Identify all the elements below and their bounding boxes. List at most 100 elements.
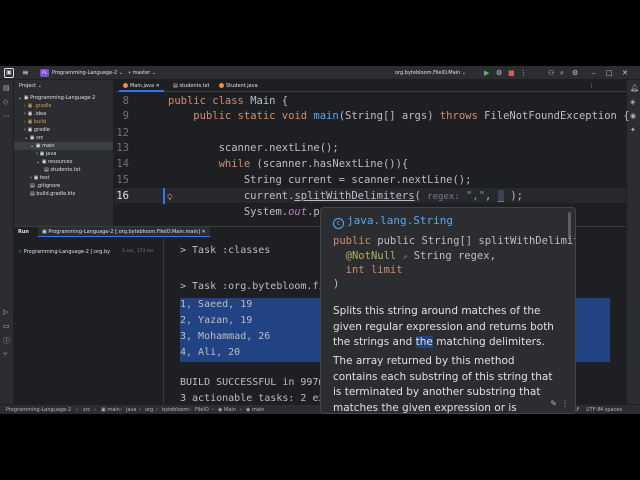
tree-item-build-gradle[interactable]: ▤ build.gradle.kts xyxy=(30,190,75,198)
structure-tool-icon[interactable]: ⋯ xyxy=(3,112,10,120)
project-panel-header[interactable]: Project ⌄ xyxy=(19,83,42,89)
stop-icon[interactable]: ■ xyxy=(508,68,515,78)
main-menu-icon[interactable]: ≡ xyxy=(22,68,29,78)
git-tool-icon[interactable]: ⑂ xyxy=(3,350,7,358)
ide-logo-icon[interactable]: ▣ xyxy=(4,68,14,78)
run-tree-item[interactable]: ✓ Programming-Language-2 [:org.by xyxy=(18,249,110,255)
project-panel: Project ⌄ ⌄ ▣ Programming-Language-2 › ▣… xyxy=(14,80,114,228)
tree-item-src[interactable]: ⌄ ▣ src xyxy=(24,134,43,142)
run-tool-icon[interactable]: ▷ xyxy=(3,308,8,316)
line-number: 14 xyxy=(116,158,129,170)
tab-students-txt[interactable]: ▤ students.txt xyxy=(169,80,214,92)
breadcrumb-root[interactable]: Programming-Language-2 xyxy=(6,406,71,414)
console-line: BUILD SUCCESSFUL in 997ms xyxy=(180,377,331,388)
line-number: 16 xyxy=(116,190,129,202)
tree-item-gradle-dir[interactable]: › ▣ .gradle xyxy=(24,102,51,110)
breadcrumb-sep: › xyxy=(139,407,141,413)
tree-item-build[interactable]: › ▣ build xyxy=(24,118,46,126)
right-tool-strip: 🔔︎ ◈ ◉ ✦ xyxy=(626,80,640,404)
collab-icon[interactable]: ⚇ xyxy=(548,68,554,78)
console-line: 3, Mohammad, 26 xyxy=(180,331,271,342)
line-number: 15 xyxy=(116,174,129,186)
editor-tabs: Main.java ✕ ▤ students.txt Student.java … xyxy=(115,80,626,92)
lightbulb-icon[interactable]: 💡︎ xyxy=(167,193,173,203)
tree-item-gitignore[interactable]: ▤ .gitignore xyxy=(30,182,60,190)
tree-item-idea[interactable]: › ▣ .idea xyxy=(24,110,46,118)
tree-item-root[interactable]: ⌄ ▣ Programming-Language-2 xyxy=(18,94,95,102)
tree-item-java[interactable]: › ▣ java xyxy=(36,150,56,158)
success-icon: ✓ xyxy=(18,249,23,255)
tree-item-resources[interactable]: ⌄ ▣ resources xyxy=(36,158,72,166)
code-line: System.out.prin xyxy=(168,206,339,218)
problems-tool-icon[interactable]: ⓘ xyxy=(3,336,10,346)
branch-selector[interactable]: ⑂ master ⌄ xyxy=(128,69,156,77)
line-number: 8 xyxy=(122,95,129,107)
edit-icon[interactable]: ✎ xyxy=(550,399,557,408)
java-file-icon xyxy=(219,83,224,88)
external-link-icon[interactable]: ↗ xyxy=(403,252,408,261)
search-icon[interactable]: ⌕ xyxy=(560,68,564,78)
more-options-icon[interactable]: ⋮ xyxy=(561,399,569,408)
minimize-icon[interactable]: – xyxy=(592,68,596,78)
tab-student-java[interactable]: Student.java xyxy=(215,80,262,92)
breadcrumb-main-method[interactable]: ◉ main xyxy=(246,406,264,414)
breadcrumb-sep: › xyxy=(212,407,214,413)
encoding[interactable]: UTF-8 xyxy=(586,406,601,414)
more-actions-icon[interactable]: ⋮ xyxy=(520,68,527,78)
tab-main-java[interactable]: Main.java ✕ xyxy=(119,80,164,92)
project-selector[interactable]: Programming-Language-2 ⌄ xyxy=(52,69,123,77)
project-tool-icon[interactable]: ▤ xyxy=(3,84,10,92)
class-icon: c xyxy=(333,218,344,229)
breadcrumb-main-class[interactable]: ◉ Main xyxy=(218,406,236,414)
maximize-icon[interactable]: □ xyxy=(606,68,613,78)
console-line: 3 actionable tasks: 2 exe xyxy=(180,393,331,404)
tree-item-test[interactable]: › ▣ test xyxy=(30,174,50,182)
breadcrumb-sep: › xyxy=(94,407,96,413)
line-number: 9 xyxy=(122,110,129,122)
breadcrumb-sep: › xyxy=(76,407,78,413)
code-line-current: current.splitWithDelimiters( regex: ",",… xyxy=(168,190,523,202)
code-line: public class Main { xyxy=(168,95,289,107)
run-tree: ✓ Programming-Language-2 [:org.by 1 sec,… xyxy=(14,239,164,405)
tabs-more-icon[interactable]: ⋮ xyxy=(585,80,598,92)
tree-item-main[interactable]: ⌄ ▣ main xyxy=(14,142,113,150)
console-line: > Task :org.bytebloom.fil xyxy=(180,281,331,292)
change-marker xyxy=(163,188,165,204)
console-line: 4, Ali, 20 xyxy=(180,347,241,358)
letterbox-bottom xyxy=(0,414,640,480)
breadcrumb-fileio[interactable]: FileIO xyxy=(195,406,209,414)
breadcrumb-java[interactable]: java xyxy=(126,406,136,414)
breadcrumb-sep: › xyxy=(120,407,122,413)
debug-icon[interactable]: ⚙ xyxy=(496,68,502,78)
tree-item-students-txt[interactable]: ▤ students.txt xyxy=(44,166,81,174)
project-badge[interactable]: PL xyxy=(40,69,49,77)
settings-icon[interactable]: ⚙ xyxy=(572,68,578,78)
title-bar: ▣ ≡ PL Programming-Language-2 ⌄ ⑂ master… xyxy=(0,66,640,80)
doc-package[interactable]: c java.lang.String xyxy=(333,214,453,229)
doc-signature-line: int limit xyxy=(345,264,403,276)
class-name: Main { xyxy=(250,95,289,107)
gradle-tool-icon[interactable]: ◈ xyxy=(630,98,635,106)
notifications-icon[interactable]: 🔔︎ xyxy=(630,84,639,92)
terminal-tool-icon[interactable]: ▭ xyxy=(3,322,10,330)
database-tool-icon[interactable]: ◉ xyxy=(630,112,636,120)
documentation-popup[interactable]: c java.lang.String public public String[]… xyxy=(320,207,576,414)
breadcrumb-src[interactable]: src xyxy=(83,406,90,414)
run-icon[interactable]: ▶ xyxy=(484,68,489,78)
ai-assistant-icon[interactable]: ✦ xyxy=(630,126,636,134)
close-icon[interactable]: ✕ xyxy=(622,68,628,78)
tree-item-gradle[interactable]: › ▣ gradle xyxy=(24,126,50,134)
line-number: 12 xyxy=(116,127,129,139)
console-line: 2, Yazan, 19 xyxy=(180,315,253,326)
code-line: String current = scanner.nextLine(); xyxy=(168,174,472,186)
left-tool-strip: ▤ ◇ ⋯ ▷ ▭ ⓘ ⑂ xyxy=(0,80,14,404)
breadcrumb-bytebloom[interactable]: bytebloom xyxy=(162,406,189,414)
breadcrumb-main[interactable]: ▣ main xyxy=(101,406,120,414)
doc-signature-line: public public String[] splitWithDelimite… xyxy=(333,235,575,247)
indent[interactable]: 4 spaces xyxy=(600,406,622,414)
breadcrumb-org[interactable]: org xyxy=(145,406,153,414)
run-tab[interactable]: ▣ Programming-Language-2 [:org.bytebloom… xyxy=(38,227,210,237)
run-config-selector[interactable]: org.bytebloom.FileIO.Main ⌄ xyxy=(395,69,466,77)
commit-tool-icon[interactable]: ◇ xyxy=(3,98,8,106)
branch-name: master xyxy=(132,70,151,76)
